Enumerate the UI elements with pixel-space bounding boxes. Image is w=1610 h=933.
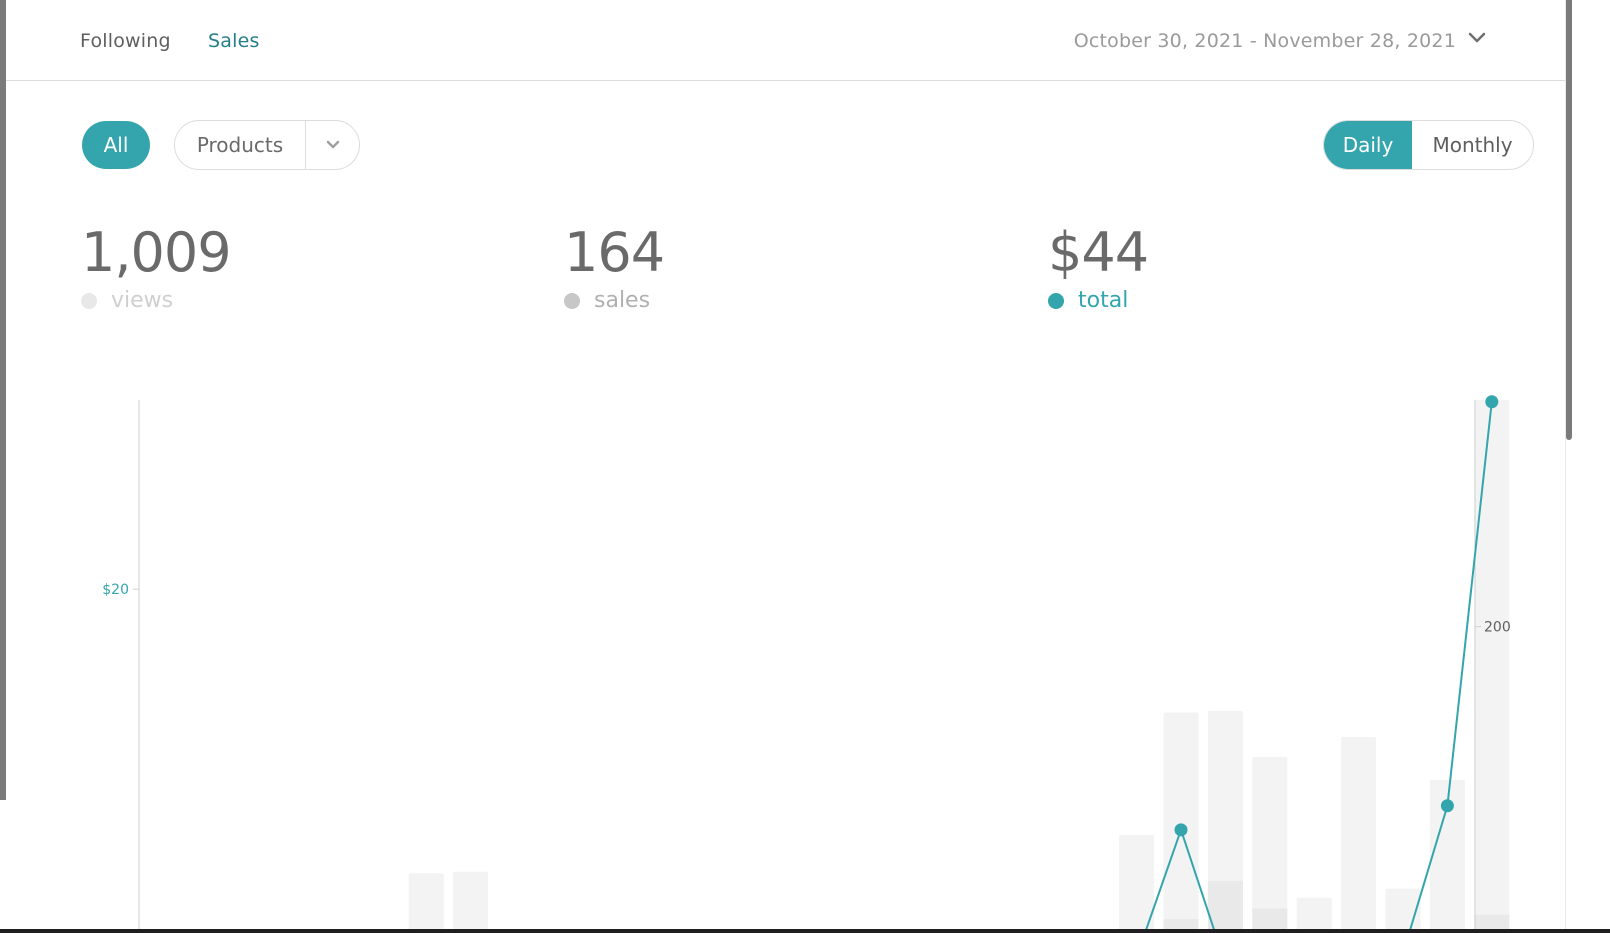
views-stat: 1,009 views — [81, 221, 232, 313]
left-axis-tick-label: $20 — [102, 582, 129, 598]
sales-analytics-page: Following Sales October 30, 2021 - Novem… — [0, 0, 1610, 933]
views-bar — [1341, 736, 1377, 933]
views-bar — [453, 871, 489, 933]
period-toggle: Daily Monthly — [1323, 120, 1534, 170]
sales-label: sales — [594, 288, 651, 313]
all-filter-button[interactable]: All — [82, 121, 150, 169]
sales-stat: 164 sales — [564, 221, 665, 313]
views-dot-icon — [81, 292, 97, 309]
total-point — [1174, 823, 1188, 837]
views-bar — [1119, 834, 1155, 933]
sales-dot-icon — [564, 292, 580, 309]
sales-chart: $20 200 — [0, 380, 1610, 933]
views-bar — [1252, 756, 1288, 933]
products-dropdown[interactable]: Products — [174, 120, 360, 170]
total-dot-icon — [1048, 292, 1064, 309]
total-stat: $44 total — [1048, 221, 1149, 313]
sales-chart-svg: $20 200 — [102, 395, 1511, 933]
total-label: total — [1078, 288, 1129, 313]
views-bar — [1296, 897, 1332, 933]
chevron-down-icon[interactable] — [1468, 26, 1486, 51]
views-legend[interactable]: views — [81, 288, 231, 313]
right-axis-tick-label: 200 — [1484, 620, 1511, 636]
bottom-window-edge — [0, 929, 1610, 933]
sales-value: 164 — [564, 221, 665, 284]
total-point — [1485, 395, 1499, 409]
views-bar — [1163, 712, 1199, 933]
views-bar — [408, 873, 444, 933]
products-label: Products — [175, 121, 306, 169]
tab-sales[interactable]: Sales — [208, 30, 260, 52]
total-point — [1440, 799, 1454, 813]
chevron-down-icon[interactable] — [306, 121, 359, 169]
sales-legend[interactable]: sales — [564, 288, 664, 313]
views-label: views — [111, 288, 174, 313]
views-bar — [1474, 400, 1510, 933]
total-value: $44 — [1048, 221, 1149, 284]
total-legend[interactable]: total — [1048, 288, 1148, 313]
tab-following[interactable]: Following — [80, 30, 171, 52]
daily-toggle-button[interactable]: Daily — [1324, 121, 1412, 169]
scrollbar-thumb[interactable] — [1566, 0, 1572, 440]
date-range-label[interactable]: October 30, 2021 - November 28, 2021 — [1074, 30, 1456, 52]
monthly-toggle-button[interactable]: Monthly — [1412, 121, 1533, 169]
views-value: 1,009 — [81, 221, 232, 284]
header: Following Sales October 30, 2021 - Novem… — [6, 0, 1566, 81]
